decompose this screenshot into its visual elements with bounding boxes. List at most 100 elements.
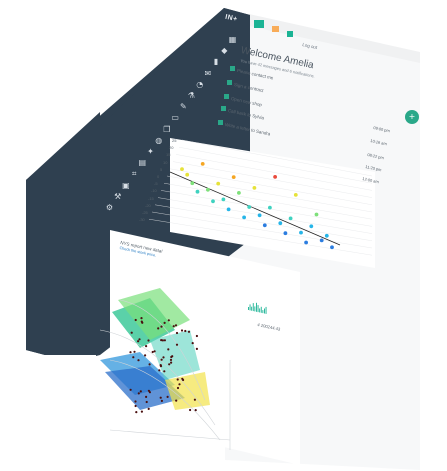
surface-point bbox=[137, 392, 140, 395]
surface-point bbox=[148, 363, 151, 366]
flask-icon[interactable]: ⚗ bbox=[187, 92, 196, 100]
scatter-point bbox=[283, 231, 288, 236]
surface-point bbox=[137, 340, 140, 343]
surface-point bbox=[147, 389, 150, 392]
sparkline-bar bbox=[262, 310, 264, 314]
scatter-point bbox=[200, 162, 205, 166]
scatter-point bbox=[257, 213, 262, 218]
surface-point bbox=[140, 317, 143, 320]
surface-point bbox=[159, 364, 162, 367]
y-tick-label: 10 bbox=[163, 159, 168, 165]
sparkline-bar bbox=[256, 302, 257, 312]
scatter-point bbox=[252, 186, 257, 190]
surface-point bbox=[138, 338, 141, 341]
sparkline-bar bbox=[249, 304, 251, 311]
surface-point bbox=[129, 388, 132, 391]
magic-icon[interactable]: ✦ bbox=[146, 148, 155, 156]
grid-icon[interactable]: ▦ bbox=[228, 36, 237, 44]
surface-point bbox=[175, 343, 179, 346]
sparkline-bar bbox=[259, 308, 261, 313]
y-tick-label: -10 bbox=[151, 188, 157, 194]
scatter-point bbox=[180, 167, 184, 172]
picture-icon[interactable]: ▣ bbox=[121, 181, 130, 190]
task-5-marker bbox=[218, 120, 223, 125]
scatter-point bbox=[299, 230, 303, 235]
sparkline-bar bbox=[248, 307, 249, 310]
scatter-point bbox=[237, 191, 241, 195]
surface-point bbox=[140, 320, 143, 323]
sparkline-bar bbox=[251, 306, 253, 311]
globe-icon[interactable]: ◍ bbox=[154, 136, 163, 145]
surface-point bbox=[195, 334, 198, 338]
menu-toggle-button bbox=[254, 20, 264, 28]
surface-point bbox=[175, 331, 179, 335]
surface-point bbox=[193, 398, 196, 401]
surface-point bbox=[189, 408, 192, 412]
sparkline-bar bbox=[264, 308, 265, 314]
bar-chart-icon[interactable]: ▮ bbox=[212, 58, 221, 66]
scatter-point bbox=[190, 181, 195, 186]
scatter-point bbox=[221, 197, 226, 202]
surface-point bbox=[134, 318, 137, 322]
y-tick-label: -25 bbox=[142, 210, 148, 215]
desktop-icon[interactable]: ▭ bbox=[171, 114, 180, 122]
wrench-icon[interactable]: ⚒ bbox=[113, 192, 122, 201]
surface-point bbox=[144, 354, 147, 357]
surface-point bbox=[151, 350, 154, 354]
table-icon[interactable]: ▤ bbox=[138, 159, 147, 167]
scatter-point bbox=[226, 207, 231, 212]
surface-point bbox=[163, 321, 166, 324]
scatter-point bbox=[304, 240, 308, 245]
y-tick-label: 15 bbox=[166, 152, 171, 158]
pie-chart-icon[interactable]: ◔ bbox=[195, 80, 204, 89]
surface-point bbox=[176, 386, 180, 390]
y-tick-label: 25 bbox=[172, 138, 177, 143]
surface-point bbox=[174, 324, 178, 327]
scatter-point bbox=[319, 238, 324, 243]
sparkline-bar bbox=[254, 306, 256, 312]
surface-point bbox=[153, 350, 156, 353]
surface-point bbox=[163, 370, 166, 373]
scatter-point bbox=[309, 224, 314, 229]
surface-point bbox=[181, 377, 184, 380]
surface-point bbox=[145, 345, 148, 348]
plus-icon: + bbox=[408, 112, 416, 121]
surface-point bbox=[158, 369, 161, 372]
scatter-point bbox=[195, 189, 200, 194]
surface-point bbox=[130, 331, 133, 334]
task-1-marker bbox=[230, 66, 235, 71]
sparkline-bar bbox=[257, 305, 259, 313]
scatter-point bbox=[185, 172, 190, 177]
scatter-point bbox=[278, 221, 283, 226]
surface-point bbox=[137, 359, 140, 362]
mockup-scene bbox=[26, 8, 420, 470]
sidebar-body bbox=[26, 112, 100, 355]
bell-icon bbox=[287, 31, 293, 37]
surface-point bbox=[170, 361, 173, 364]
edit-icon[interactable]: ✎ bbox=[179, 103, 188, 111]
y-tick-label: -30 bbox=[139, 217, 145, 223]
settings-icon[interactable]: ⚙ bbox=[105, 204, 114, 212]
files-icon[interactable]: ❐ bbox=[162, 125, 171, 134]
surface-point bbox=[172, 325, 175, 328]
sitemap-icon[interactable]: ⌗ bbox=[130, 170, 139, 178]
surface-point bbox=[175, 399, 178, 402]
surface-point bbox=[147, 339, 150, 342]
surface-point bbox=[134, 404, 137, 408]
y-tick-label: -5 bbox=[154, 181, 158, 187]
scatter-point bbox=[288, 216, 293, 221]
surface-point bbox=[167, 348, 170, 351]
diamond-icon[interactable]: ◆ bbox=[220, 47, 229, 55]
scatter-point bbox=[206, 187, 210, 192]
y-tick-label: -20 bbox=[145, 202, 151, 208]
envelope-icon[interactable]: ✉ bbox=[203, 69, 212, 78]
scatter-point bbox=[211, 199, 215, 204]
sparkline-bar bbox=[265, 306, 267, 314]
surface-point bbox=[168, 363, 171, 366]
scatter-point bbox=[324, 233, 329, 238]
surface-point bbox=[194, 409, 197, 412]
surface-point bbox=[145, 400, 148, 404]
add-button[interactable]: + bbox=[405, 110, 419, 124]
surface-point bbox=[132, 356, 135, 359]
task-2-marker bbox=[227, 80, 232, 85]
